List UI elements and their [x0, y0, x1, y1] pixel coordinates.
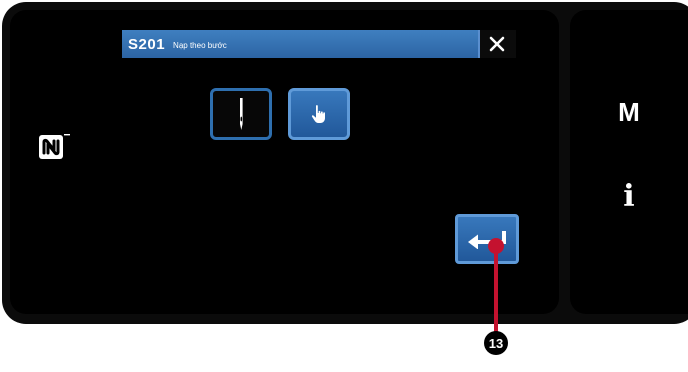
- enter-button[interactable]: [455, 214, 519, 264]
- dialog-code: S201: [128, 35, 166, 53]
- callout-number: 13: [484, 331, 508, 355]
- nfc-n-mark-icon: [39, 134, 70, 159]
- side-panel: [570, 10, 688, 314]
- callout-dot: [488, 238, 504, 254]
- needle-icon: [240, 98, 243, 130]
- touch-mode-button[interactable]: [288, 88, 350, 140]
- callout-line: [494, 245, 498, 333]
- dialog-title: Nạp theo bước: [173, 40, 227, 50]
- close-button[interactable]: [478, 30, 516, 58]
- dialog-titlebar: S201 Nạp theo bước: [122, 30, 516, 58]
- hand-pointer-icon: [311, 105, 325, 123]
- needle-mode-button[interactable]: [210, 88, 272, 140]
- close-icon: [489, 36, 505, 52]
- info-button[interactable]: i: [570, 179, 688, 214]
- mode-m-button[interactable]: M: [570, 97, 688, 128]
